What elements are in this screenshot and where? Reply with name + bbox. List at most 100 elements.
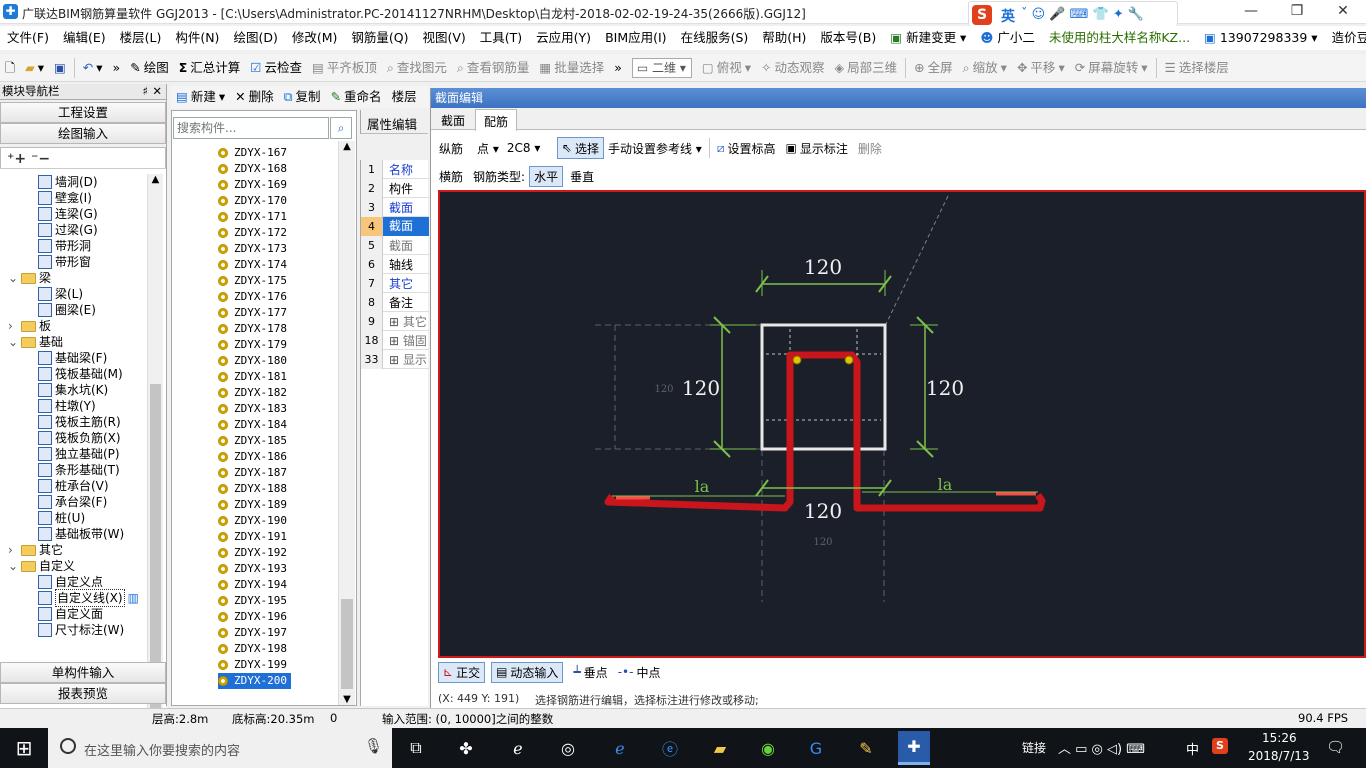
tree-item[interactable]: 集水坑(K) [38, 382, 108, 398]
component-list-item[interactable]: ZDYX-192 [218, 545, 291, 561]
tree-item[interactable]: 自定义线(X) ▥ [38, 589, 139, 607]
ime-tools-icon[interactable]: ˇ ☺ 🎤 ⌨ 👕 ✦ 🔧 [1021, 7, 1144, 22]
tree-item[interactable]: 筏板基础(M) [38, 366, 123, 382]
windows-start-icon[interactable]: ⊞ [10, 734, 38, 762]
component-list-item[interactable]: ZDYX-194 [218, 577, 291, 593]
batch-select-button[interactable]: ▦ 批量选择 [534, 55, 609, 81]
zoom-button[interactable]: ⌕ 缩放 ▾ [958, 55, 1012, 81]
maximize-button[interactable]: ❐ [1274, 0, 1320, 24]
component-list-item[interactable]: ZDYX-197 [218, 625, 291, 641]
component-list-item[interactable]: ZDYX-171 [218, 209, 291, 225]
tree-item[interactable]: 梁(L) [38, 286, 83, 302]
component-list-item[interactable]: ZDYX-198 [218, 641, 291, 657]
chevron-right-icon[interactable]: › [8, 542, 18, 558]
user-account[interactable]: ▣ 13907298339 ▾ [1197, 26, 1325, 50]
tree-item[interactable]: 承台梁(F) [38, 494, 107, 510]
tray-icons[interactable]: ︿ ▭ ◎ ◁) ⌨ [1058, 738, 1145, 757]
tree-item[interactable]: 基础梁(F) [38, 350, 107, 366]
list-scrollbar[interactable]: ▲ ▼ [338, 141, 355, 705]
perp-point-button[interactable]: ┷ 垂点 [573, 664, 607, 681]
tree-item[interactable]: 桩承台(V) [38, 478, 109, 494]
edit-grid-icon[interactable]: ▥ [128, 590, 139, 606]
view-mode-select[interactable]: ▭ 二维 ▾ [627, 57, 697, 78]
component-list-item[interactable]: ZDYX-193 [218, 561, 291, 577]
property-cell[interactable]: 轴线 [383, 256, 413, 273]
component-list-item[interactable]: ZDYX-177 [218, 305, 291, 321]
clock-time[interactable]: 15:26 [1262, 731, 1297, 745]
undo-button[interactable]: ↶ ▾ [78, 55, 108, 81]
cloud-check-button[interactable]: ☑ 云检查 [245, 55, 307, 81]
tree-folder[interactable]: ⌄ 自定义 [8, 558, 75, 574]
dynamic-view-button[interactable]: ✧ 动态观察 [756, 55, 830, 81]
tree-folder[interactable]: ⌄ 梁 [8, 270, 51, 286]
local-3d-button[interactable]: ◈ 局部三维 [829, 55, 902, 81]
menu-guangxiaoer[interactable]: ☻ 广小二 [973, 26, 1042, 50]
tree-item[interactable]: 壁龛(I) [38, 190, 92, 206]
property-row[interactable]: 5 截面 [361, 235, 429, 255]
tree-item[interactable]: 墙洞(D) [38, 174, 98, 190]
tab-section[interactable]: 截面 [441, 112, 465, 129]
save-button[interactable]: ▣ [49, 55, 71, 81]
notes-app-icon[interactable]: ✎ [852, 734, 880, 762]
link-label[interactable]: 链接 [1022, 739, 1046, 756]
draw-button[interactable]: ✎ 绘图 [125, 55, 174, 81]
manual-ref-button[interactable]: 手动设置参考线 ▾ [608, 140, 702, 157]
taskbar-search[interactable]: 在这里输入你要搜索的内容 🎙 [48, 728, 392, 768]
close-nav-icon[interactable]: ✕ [152, 84, 162, 99]
property-cell[interactable]: 截面 [383, 237, 413, 254]
microphone-icon[interactable]: 🎙 [364, 737, 383, 755]
edge-icon[interactable]: ℯ [606, 734, 634, 762]
file-explorer-icon[interactable]: ▰ [706, 734, 734, 762]
la-text-left[interactable]: la [695, 477, 710, 496]
toolbar-more[interactable]: » [108, 55, 126, 81]
menu-cloud[interactable]: 云应用(Y) [529, 26, 598, 50]
property-row[interactable]: 2 构件 [361, 178, 429, 198]
expand-icon[interactable]: ⊞ [389, 353, 403, 367]
delete-rebar-button[interactable]: 删除 [858, 140, 882, 157]
fullscreen-button[interactable]: ⊕ 全屏 [909, 55, 958, 81]
select-floor-button[interactable]: ☰ 选择楼层 [1160, 55, 1234, 81]
component-list-item[interactable]: ZDYX-172 [218, 225, 291, 241]
search-icon[interactable]: ⌕ [330, 117, 352, 139]
menu-modify[interactable]: 修改(M) [285, 26, 345, 50]
g-app-icon[interactable]: G [802, 734, 830, 762]
delete-component-button[interactable]: ✕ 删除 [230, 84, 279, 110]
property-row[interactable]: 33 ⊞ 显示 [361, 349, 429, 369]
tree-folder[interactable]: › 其它 [8, 542, 63, 558]
property-row[interactable]: 3 截面 [361, 197, 429, 217]
tree-item[interactable]: 条形基础(T) [38, 462, 120, 478]
menu-help[interactable]: 帮助(H) [755, 26, 813, 50]
component-list-item[interactable]: ZDYX-185 [218, 433, 291, 449]
task-view-icon[interactable]: ⧉ [402, 734, 430, 762]
rename-button[interactable]: ✎ 重命名 [326, 84, 387, 110]
tree-folder[interactable]: › 板 [8, 318, 51, 334]
sum-button[interactable]: Σ 汇总计算 [174, 55, 246, 81]
point-select[interactable]: 点 ▾ [477, 140, 499, 157]
tree-item[interactable]: 带形洞 [38, 238, 91, 254]
section-canvas[interactable]: 120 120 120 120 120 120 la la [438, 190, 1366, 658]
property-row[interactable]: 18 ⊞ 锚固 [361, 330, 429, 350]
ggj-app-icon[interactable]: ✚ [898, 731, 930, 765]
property-cell[interactable]: ⊞ 锚固 [383, 332, 427, 349]
tree-item[interactable]: 柱墩(Y) [38, 398, 96, 414]
show-label-button[interactable]: ▣ 显示标注 [785, 140, 847, 157]
tree-folder[interactable]: ⌄ 基础 [8, 334, 63, 350]
component-list-item[interactable]: ZDYX-183 [218, 401, 291, 417]
component-list-item[interactable]: ZDYX-186 [218, 449, 291, 465]
vertical-button[interactable]: 垂直 [567, 167, 597, 186]
new-file-button[interactable]: 🗋 [0, 55, 20, 81]
property-row[interactable]: 7 其它 [361, 273, 429, 293]
menu-online[interactable]: 在线服务(S) [674, 26, 756, 50]
chevron-down-icon[interactable]: ⌄ [8, 558, 18, 574]
draw-input-button[interactable]: 绘图输入 [0, 123, 166, 144]
horizontal-button[interactable]: 水平 [529, 165, 564, 187]
view-rebar-button[interactable]: ⌕ 查看钢筋量 [452, 55, 535, 81]
ime-toolbar[interactable]: S 英 ˇ ☺ 🎤 ⌨ 👕 ✦ 🔧 [968, 1, 1178, 27]
property-row[interactable]: 6 轴线 [361, 254, 429, 274]
tree-item[interactable]: 筏板主筋(R) [38, 414, 121, 430]
tree-item[interactable]: 连梁(G) [38, 206, 98, 222]
set-elevation-button[interactable]: ⧄ 设置标高 [717, 140, 776, 157]
component-list-item[interactable]: ZDYX-191 [218, 529, 291, 545]
property-cell[interactable]: 构件 [383, 180, 413, 197]
expand-icon[interactable]: ⊞ [389, 334, 403, 348]
